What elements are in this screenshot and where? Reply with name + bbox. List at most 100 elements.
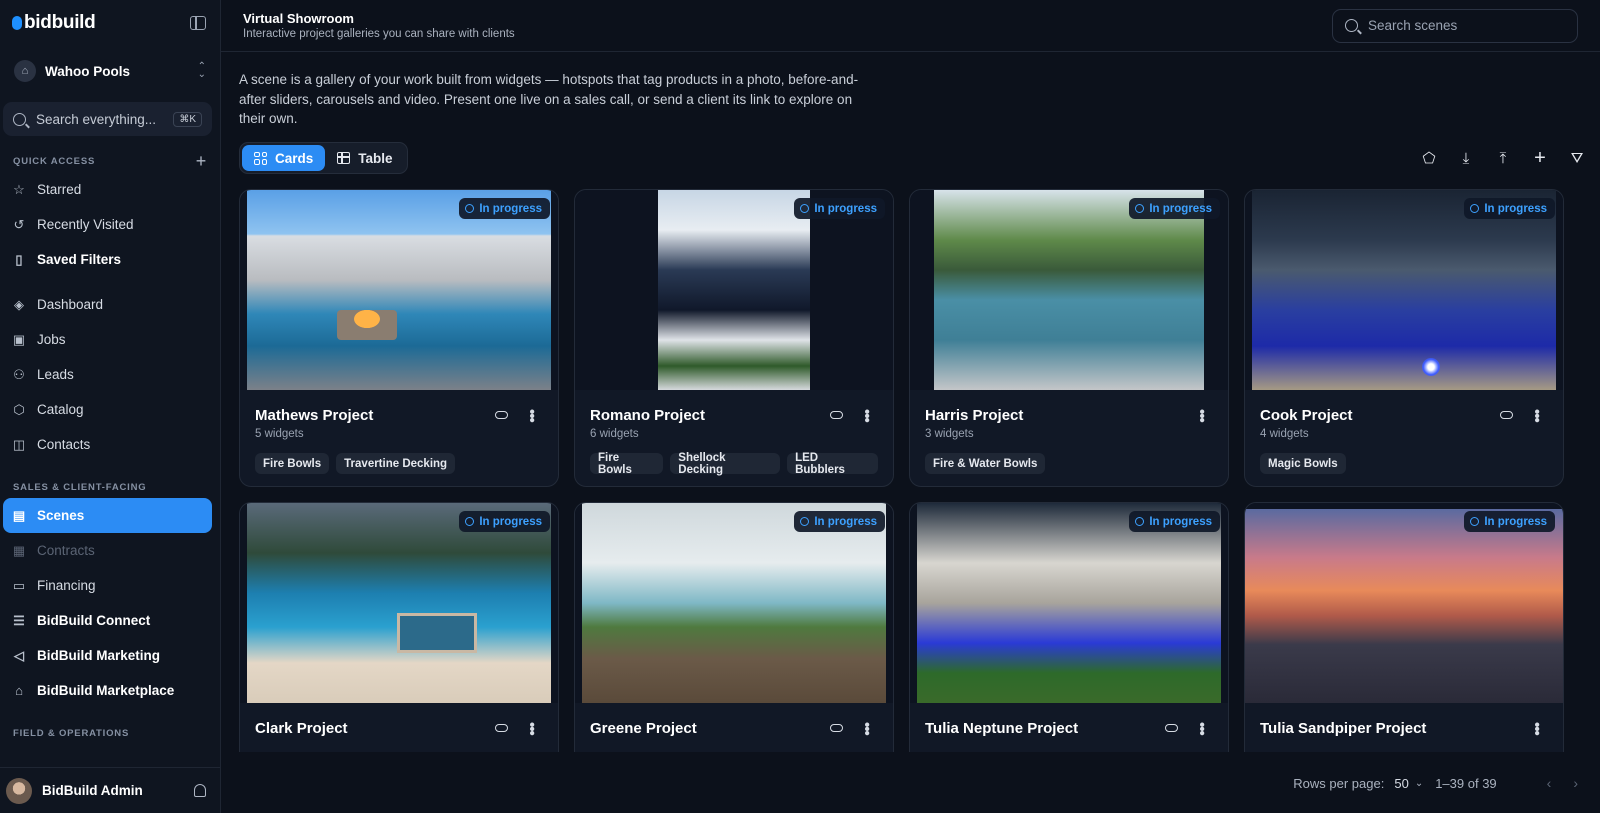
sidebar-item-recently-visited[interactable]: ↺ Recently Visited	[3, 207, 212, 242]
sidebar-item-label: Saved Filters	[37, 252, 122, 267]
card-body: Cook Project 4 widgets ••• Magic Bowls	[1245, 390, 1563, 474]
project-photo	[934, 190, 1204, 390]
more-menu-icon[interactable]: •••	[523, 722, 540, 735]
scene-card[interactable]: In progress Mathews Project 5 widgets ••…	[239, 189, 559, 487]
rows-per-page-label: Rows per page:	[1293, 775, 1385, 791]
link-icon[interactable]	[830, 724, 843, 733]
clock-icon	[800, 517, 810, 526]
page-range: 1–39 of 39	[1435, 775, 1497, 791]
scene-card[interactable]: In progress Clark Project •••	[239, 502, 559, 752]
card-media: In progress	[575, 190, 893, 390]
card-body: Romano Project 6 widgets ••• Fire Bowls …	[575, 390, 893, 476]
next-page-icon[interactable]: ›	[1573, 775, 1578, 791]
card-tools: •••	[1528, 722, 1545, 735]
sidebar-item-contracts[interactable]: ▦ Contracts	[3, 533, 212, 568]
status-text: In progress	[479, 202, 542, 215]
card-tools: •••	[495, 409, 540, 422]
card-media: In progress	[910, 190, 1228, 390]
card-media: In progress	[1245, 190, 1563, 390]
box-icon: ⬡	[13, 401, 25, 417]
avatar	[6, 777, 32, 804]
sidebar-item-dashboard[interactable]: ◈ Dashboard	[3, 287, 212, 322]
logo-text: bidbuild	[24, 12, 96, 33]
scene-card-grid: In progress Mathews Project 5 widgets ••…	[239, 189, 1565, 752]
status-badge: In progress	[1464, 511, 1555, 532]
link-icon[interactable]	[495, 724, 508, 733]
main-content: Virtual Showroom Interactive project gal…	[221, 0, 1600, 813]
scene-card[interactable]: In progress Cook Project 4 widgets ••• M…	[1244, 189, 1564, 487]
scene-card[interactable]: In progress Tulia Neptune Project •••	[909, 502, 1229, 752]
widget-count: 3 widgets	[925, 428, 974, 440]
status-badge: In progress	[794, 511, 885, 532]
card-media: In progress	[1245, 503, 1563, 703]
sidebar-item-starred[interactable]: ☆ Starred	[3, 172, 212, 207]
more-menu-icon[interactable]: •••	[1193, 409, 1210, 422]
sidebar-item-scenes[interactable]: ▤ Scenes	[3, 498, 212, 533]
clock-icon	[465, 204, 475, 213]
cards-viewport[interactable]: In progress Mathews Project 5 widgets ••…	[221, 0, 1600, 752]
scene-card[interactable]: In progress Harris Project 3 widgets •••…	[909, 189, 1229, 487]
card-media: In progress	[240, 503, 558, 703]
sidebar-item-catalog[interactable]: ⬡ Catalog	[3, 392, 212, 427]
scene-card[interactable]: In progress Greene Project •••	[574, 502, 894, 752]
card-body: Tulia Sandpiper Project •••	[1245, 703, 1563, 737]
more-menu-icon[interactable]: •••	[1528, 409, 1545, 422]
pagination-bar: Rows per page: 50 ⌄ 1–39 of 39 ‹ ›	[221, 753, 1600, 813]
more-menu-icon[interactable]: •••	[1528, 722, 1545, 735]
sidebar-item-jobs[interactable]: ▣ Jobs	[3, 322, 212, 357]
product-tag: Fire Bowls	[590, 452, 664, 476]
briefcase-icon: ▣	[12, 331, 26, 347]
chevron-updown-icon: ⌃ ⌄	[197, 61, 206, 80]
prev-page-icon[interactable]: ‹	[1547, 775, 1552, 791]
org-switcher[interactable]: ⌂ Wahoo Pools ⌃ ⌄	[10, 50, 210, 92]
sidebar-item-bidbuild-marketing[interactable]: ◁ BidBuild Marketing	[3, 638, 212, 673]
database-icon: ☰	[13, 612, 25, 628]
card-tools: •••	[830, 409, 875, 422]
layers-icon: ◈	[14, 296, 24, 312]
card-tools: •••	[1165, 722, 1210, 735]
star-icon: ☆	[13, 181, 25, 197]
link-icon[interactable]	[495, 411, 508, 420]
more-menu-icon[interactable]: •••	[523, 409, 540, 422]
more-menu-icon[interactable]: •••	[1193, 722, 1210, 735]
card-tools: •••	[830, 722, 875, 735]
more-menu-icon[interactable]: •••	[858, 409, 875, 422]
global-search-placeholder: Search everything...	[36, 111, 157, 127]
bidbuild-logo[interactable]: bidbuild	[12, 12, 96, 34]
logo-mark-icon	[12, 16, 22, 30]
sidebar-item-bidbuild-marketplace[interactable]: ⌂ BidBuild Marketplace	[3, 673, 212, 708]
project-photo	[917, 503, 1221, 703]
card-tools: •••	[1193, 409, 1210, 422]
sidebar-item-label: Contracts	[37, 543, 95, 558]
sidebar-item-leads[interactable]: ⚇ Leads	[3, 357, 212, 392]
rows-per-page-select[interactable]: 50 ⌄	[1384, 776, 1423, 791]
sidebar-item-financing[interactable]: ▭ Financing	[3, 568, 212, 603]
tag-list: Magic Bowls	[1260, 453, 1548, 474]
card-tools: •••	[1500, 409, 1545, 422]
user-menu[interactable]: BidBuild Admin	[0, 767, 220, 813]
card-title: Tulia Sandpiper Project	[1260, 720, 1427, 737]
sidebar-item-saved-filters[interactable]: ▯ Saved Filters	[3, 242, 212, 277]
more-menu-icon[interactable]: •••	[858, 722, 875, 735]
field-section-header: FIELD & OPERATIONS	[0, 722, 220, 744]
link-icon[interactable]	[1165, 724, 1178, 733]
sidebar-item-bidbuild-connect[interactable]: ☰ BidBuild Connect	[3, 603, 212, 638]
scene-card[interactable]: In progress Romano Project 6 widgets •••…	[574, 189, 894, 487]
sidebar-toggle-icon[interactable]	[190, 16, 206, 30]
link-icon[interactable]	[1500, 411, 1513, 420]
quick-access-header: QUICK ACCESS +	[0, 150, 220, 172]
bell-icon[interactable]	[194, 784, 206, 797]
scene-card[interactable]: In progress Tulia Sandpiper Project •••	[1244, 502, 1564, 752]
add-quick-access-icon[interactable]: +	[196, 151, 207, 172]
link-icon[interactable]	[830, 411, 843, 420]
sidebar-item-contacts[interactable]: ◫ Contacts	[3, 427, 212, 462]
product-tag: Magic Bowls	[1260, 453, 1346, 474]
clock-icon	[1135, 517, 1145, 526]
users-icon: ⚇	[13, 366, 25, 382]
gallery-icon: ▤	[12, 507, 26, 523]
status-text: In progress	[1149, 515, 1212, 528]
global-search-input[interactable]: Search everything... ⌘K	[3, 102, 212, 136]
product-tag: Travertine Decking	[336, 453, 456, 474]
app-root: bidbuild ⌂ Wahoo Pools ⌃ ⌄ Search everyth…	[0, 0, 1600, 813]
store-icon: ⌂	[15, 683, 23, 698]
